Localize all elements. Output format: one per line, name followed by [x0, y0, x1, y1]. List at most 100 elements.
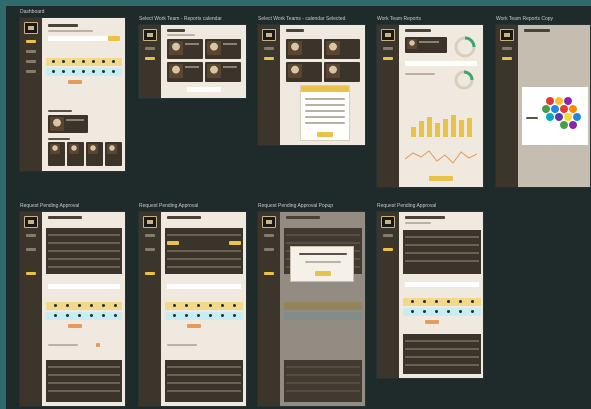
board-select-work-team-calendar-selected[interactable]: Select Work Teams - calendar Selected — [258, 16, 365, 145]
calendar-dot[interactable] — [52, 60, 55, 63]
calendar-dot[interactable] — [447, 300, 450, 303]
nav-dashboard-icon[interactable] — [264, 234, 274, 237]
board-request-pending-approval-2[interactable]: Request Pending Approval — [139, 203, 246, 406]
calendar-dot[interactable] — [62, 70, 65, 73]
board-request-pending-approval-popup[interactable]: Request Pending Approval Popup — [258, 203, 365, 406]
calendar-dot[interactable] — [82, 70, 85, 73]
table-row[interactable] — [405, 356, 479, 358]
confirm-date-button[interactable] — [317, 132, 333, 137]
approve-action[interactable] — [229, 241, 241, 245]
table-row[interactable] — [405, 260, 479, 262]
nav-dashboard-icon[interactable] — [145, 47, 155, 50]
calendar-nav-button[interactable] — [187, 324, 201, 328]
calendar-dot[interactable] — [72, 70, 75, 73]
nav-team-icon[interactable] — [145, 57, 155, 60]
continue-button[interactable] — [187, 87, 221, 92]
nav-dashboard-icon[interactable] — [26, 234, 36, 237]
calendar-dot[interactable] — [114, 304, 117, 307]
calendar-dot[interactable] — [173, 304, 176, 307]
calendar-dot[interactable] — [447, 310, 450, 313]
table-row[interactable] — [167, 234, 241, 236]
calendar-dot[interactable] — [185, 304, 188, 307]
logo-icon[interactable] — [143, 216, 157, 228]
table-row[interactable] — [405, 364, 479, 366]
calendar-nav-button[interactable] — [68, 324, 82, 328]
calendar-dot[interactable] — [72, 60, 75, 63]
logo-icon[interactable] — [262, 216, 276, 228]
calendar-dot[interactable] — [54, 304, 57, 307]
team-card[interactable] — [205, 62, 241, 82]
table-row[interactable] — [405, 236, 479, 238]
calendar-dot[interactable] — [233, 314, 236, 317]
calendar-dot[interactable] — [435, 310, 438, 313]
nav-team-icon[interactable] — [26, 248, 36, 251]
board-work-team-reports-copy[interactable]: Work Team Reports Copy — [496, 16, 590, 187]
logo-icon[interactable] — [24, 216, 38, 228]
table-row[interactable] — [167, 250, 241, 252]
table-row[interactable] — [167, 258, 241, 260]
board-dashboard[interactable]: Dashboard — [20, 9, 125, 171]
calendar-dot[interactable] — [197, 304, 200, 307]
calendar-dot[interactable] — [435, 300, 438, 303]
calendar-dot[interactable] — [102, 314, 105, 317]
modal-overlay[interactable] — [280, 212, 365, 406]
board-request-pending-approval-3[interactable]: Request Pending Approval — [377, 203, 483, 378]
calendar-dot[interactable] — [92, 70, 95, 73]
logo-icon[interactable] — [143, 29, 157, 41]
logo-icon[interactable] — [381, 29, 395, 41]
calendar-nav-button[interactable] — [425, 320, 439, 324]
nav-team-icon[interactable] — [264, 57, 274, 60]
calendar-dot[interactable] — [411, 310, 414, 313]
filter-field[interactable] — [167, 284, 241, 289]
calendar-dot[interactable] — [82, 60, 85, 63]
logo-icon[interactable] — [24, 22, 38, 34]
nav-team-icon[interactable] — [145, 248, 155, 251]
calendar-dot[interactable] — [102, 60, 105, 63]
nav-reports-icon[interactable] — [502, 57, 512, 60]
team-member-card[interactable] — [86, 142, 103, 166]
requests-table[interactable] — [403, 230, 481, 274]
nav-dashboard-icon[interactable] — [383, 47, 393, 50]
calendar-dot[interactable] — [66, 314, 69, 317]
table-row[interactable] — [167, 366, 241, 368]
featured-member-card[interactable] — [48, 115, 88, 133]
table-row[interactable] — [48, 258, 120, 260]
calendar-dot[interactable] — [411, 300, 414, 303]
calendar-dot[interactable] — [112, 60, 115, 63]
table-row[interactable] — [48, 242, 120, 244]
table-row[interactable] — [48, 390, 120, 392]
selected-row-action[interactable] — [167, 241, 179, 245]
calendar-dot[interactable] — [54, 314, 57, 317]
nav-settings-icon[interactable] — [26, 70, 36, 73]
table-row[interactable] — [48, 366, 120, 368]
table-row[interactable] — [167, 382, 241, 384]
table-row[interactable] — [48, 250, 120, 252]
calendar-dot[interactable] — [209, 304, 212, 307]
skills-popup[interactable] — [522, 87, 588, 145]
nav-dashboard-icon[interactable] — [26, 40, 36, 43]
nav-dashboard-icon[interactable] — [502, 47, 512, 50]
date-picker[interactable] — [300, 85, 350, 141]
nav-dashboard-icon[interactable] — [264, 47, 274, 50]
nav-dashboard-icon[interactable] — [383, 234, 393, 237]
calendar-dot[interactable] — [66, 304, 69, 307]
nav-requests-icon[interactable] — [383, 248, 393, 251]
logo-icon[interactable] — [381, 216, 395, 228]
calendar-dot[interactable] — [90, 314, 93, 317]
team-card[interactable] — [205, 39, 241, 59]
nav-requests-icon[interactable] — [26, 272, 36, 275]
team-card[interactable] — [167, 62, 203, 82]
table-row[interactable] — [405, 252, 479, 254]
table-row[interactable] — [405, 348, 479, 350]
calendar-dot[interactable] — [62, 60, 65, 63]
team-member-card[interactable] — [105, 142, 122, 166]
calendar-dot[interactable] — [112, 70, 115, 73]
calendar-dot[interactable] — [221, 304, 224, 307]
calendar-dot[interactable] — [90, 304, 93, 307]
logo-icon[interactable] — [262, 29, 276, 41]
filter-field[interactable] — [48, 284, 120, 289]
calendar-dot[interactable] — [102, 70, 105, 73]
calendar-dot[interactable] — [173, 314, 176, 317]
calendar-dot[interactable] — [92, 60, 95, 63]
calendar-dot[interactable] — [471, 300, 474, 303]
